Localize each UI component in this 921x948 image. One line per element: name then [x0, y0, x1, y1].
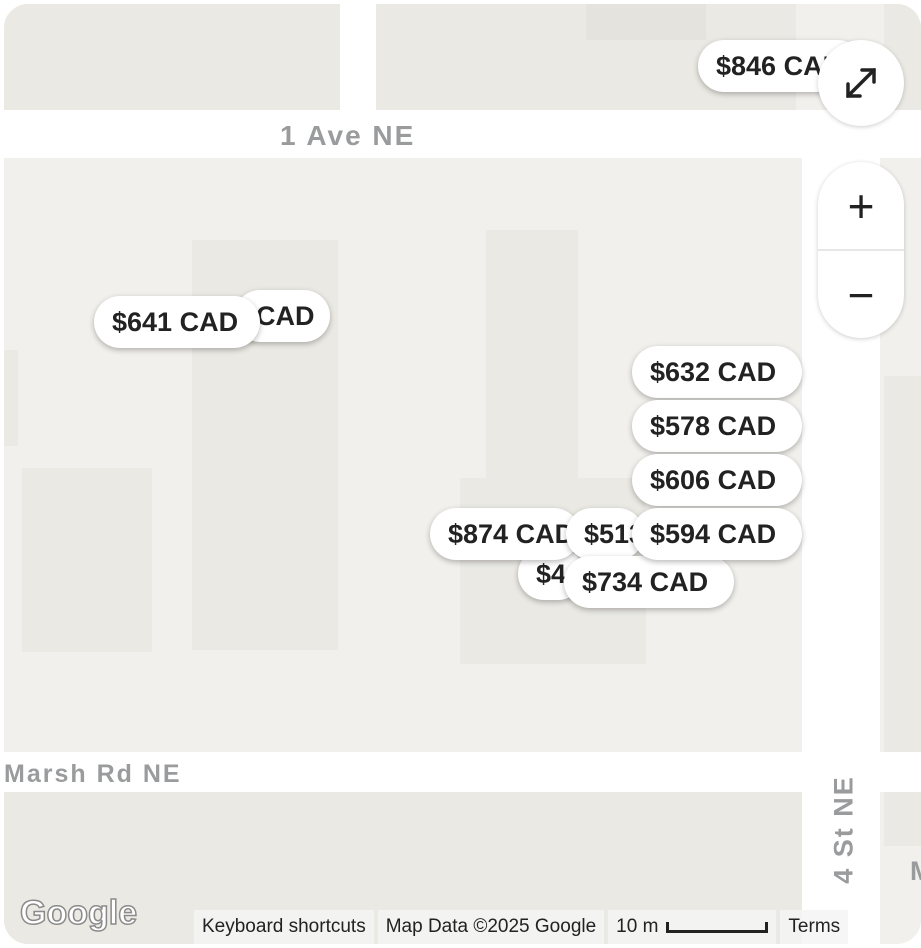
- street-label-marsh-rd-ne: Marsh Rd NE: [4, 760, 182, 788]
- building: [4, 350, 18, 446]
- minus-icon: −: [847, 268, 875, 321]
- building: [486, 230, 578, 490]
- price-pin[interactable]: $734 CAD: [564, 556, 734, 608]
- price-pin[interactable]: $632 CAD: [632, 346, 802, 398]
- map-canvas[interactable]: 1 Ave NE Marsh Rd NE 4 St NE M $846 CAD …: [4, 4, 921, 944]
- price-pin[interactable]: $578 CAD: [632, 400, 802, 452]
- building: [4, 4, 340, 110]
- zoom-out-button[interactable]: −: [818, 251, 904, 338]
- price-pin[interactable]: $594 CAD: [632, 508, 802, 560]
- building: [22, 468, 152, 652]
- scale-label: 10 m: [616, 916, 659, 937]
- scale-line: [666, 921, 769, 933]
- attribution-bar: Keyboard shortcuts Map Data ©2025 Google…: [194, 910, 921, 944]
- fullscreen-button[interactable]: [818, 40, 904, 126]
- price-pin[interactable]: $606 CAD: [632, 454, 802, 506]
- zoom-in-button[interactable]: +: [818, 162, 904, 249]
- plus-icon: +: [847, 179, 875, 232]
- road-1-ave-ne: [4, 110, 921, 158]
- street-label-1-ave-ne: 1 Ave NE: [280, 120, 416, 151]
- price-pin[interactable]: $874 CAD: [430, 508, 580, 560]
- map-data-attribution: Map Data ©2025 Google: [377, 910, 605, 944]
- zoom-control: + −: [818, 162, 904, 338]
- fullscreen-icon: [846, 68, 876, 98]
- building: [586, 4, 706, 40]
- price-pin[interactable]: $641 CAD: [94, 296, 260, 348]
- street-label-4-st-ne: 4 St NE: [828, 775, 859, 884]
- terms-link[interactable]: Terms: [780, 910, 849, 944]
- street-label-partial: M: [910, 856, 921, 887]
- road-vertical-top: [340, 4, 376, 114]
- scale-bar[interactable]: 10 m: [608, 910, 777, 944]
- keyboard-shortcuts-link[interactable]: Keyboard shortcuts: [194, 910, 374, 944]
- google-logo: Google: [19, 893, 138, 933]
